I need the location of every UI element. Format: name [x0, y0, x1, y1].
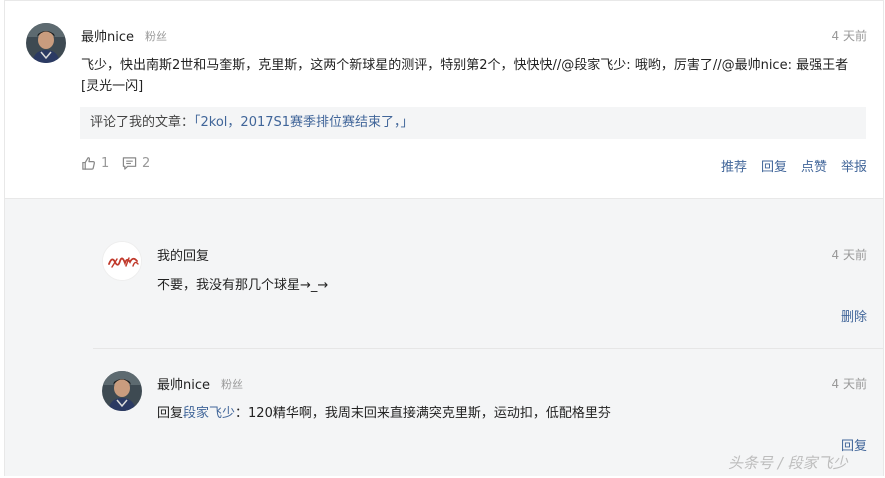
- like-count-button[interactable]: 1: [81, 156, 109, 171]
- like-count: 1: [101, 156, 110, 171]
- like-button[interactable]: 点赞: [801, 156, 827, 175]
- comment-actions: 推荐 回复 点赞 举报: [721, 156, 867, 175]
- reply-button[interactable]: 回复: [761, 156, 787, 175]
- comment-time: 4 天前: [831, 29, 867, 43]
- mention-link[interactable]: 段家飞少: [183, 406, 235, 421]
- fan-badge: 粉丝: [221, 378, 243, 391]
- comment-text: 飞少，快出南斯2世和马奎斯，克里斯，这两个新球星的测评，特别第2个，快快快//@…: [81, 58, 849, 94]
- reply-thread: 我的回复 4 天前 不要，我没有那几个球星→_→ 删除 最帅nice 粉丝 4 …: [5, 198, 883, 476]
- avatar-photo-icon: [102, 371, 142, 411]
- reply-prefix: 回复: [157, 406, 184, 421]
- reply-time: 4 天前: [831, 248, 867, 262]
- my-avatar[interactable]: [102, 241, 142, 281]
- thumbs-up-icon: [82, 157, 95, 170]
- quoted-article[interactable]: 评论了我的文章：「2kol，2017S1赛季排位赛结束了，」: [80, 107, 866, 139]
- reply-count: 2: [142, 156, 151, 171]
- reply-content: ：120精华啊，我周末回来直接满突克里斯，运动扣，低配格里芬: [235, 406, 611, 421]
- signature-logo-icon: [103, 242, 141, 280]
- quote-label: 评论了我的文章：: [90, 115, 195, 130]
- reply-text: 不要，我没有那几个球星→_→: [157, 278, 329, 293]
- report-button[interactable]: 举报: [841, 156, 867, 175]
- comment-author[interactable]: 最帅nice: [81, 26, 134, 45]
- fan-badge: 粉丝: [145, 30, 167, 43]
- reply-author[interactable]: 最帅nice: [157, 374, 210, 393]
- reply-count-button[interactable]: 2: [122, 156, 150, 171]
- reply-divider: [93, 348, 883, 349]
- comment-bubble-icon: [122, 157, 137, 170]
- avatar-photo-icon: [26, 23, 66, 63]
- delete-button[interactable]: 删除: [841, 306, 867, 325]
- recommend-button[interactable]: 推荐: [721, 156, 747, 175]
- comment-card: 最帅nice 粉丝 4 天前 飞少，快出南斯2世和马奎斯，克里斯，这两个新球星的…: [4, 0, 884, 476]
- reply-user-avatar[interactable]: [102, 371, 142, 411]
- watermark: 头条号 / 段家飞少: [728, 454, 848, 472]
- article-link[interactable]: 「2kol，2017S1赛季排位赛结束了，」: [194, 115, 414, 130]
- reply-text: 回复段家飞少：120精华啊，我周末回来直接满突克里斯，运动扣，低配格里芬: [157, 403, 857, 424]
- main-comment: 最帅nice 粉丝 4 天前 飞少，快出南斯2世和马奎斯，克里斯，这两个新球星的…: [5, 1, 883, 197]
- reply-author[interactable]: 我的回复: [157, 245, 209, 264]
- user-avatar[interactable]: [26, 23, 66, 63]
- reply-time: 4 天前: [831, 377, 867, 391]
